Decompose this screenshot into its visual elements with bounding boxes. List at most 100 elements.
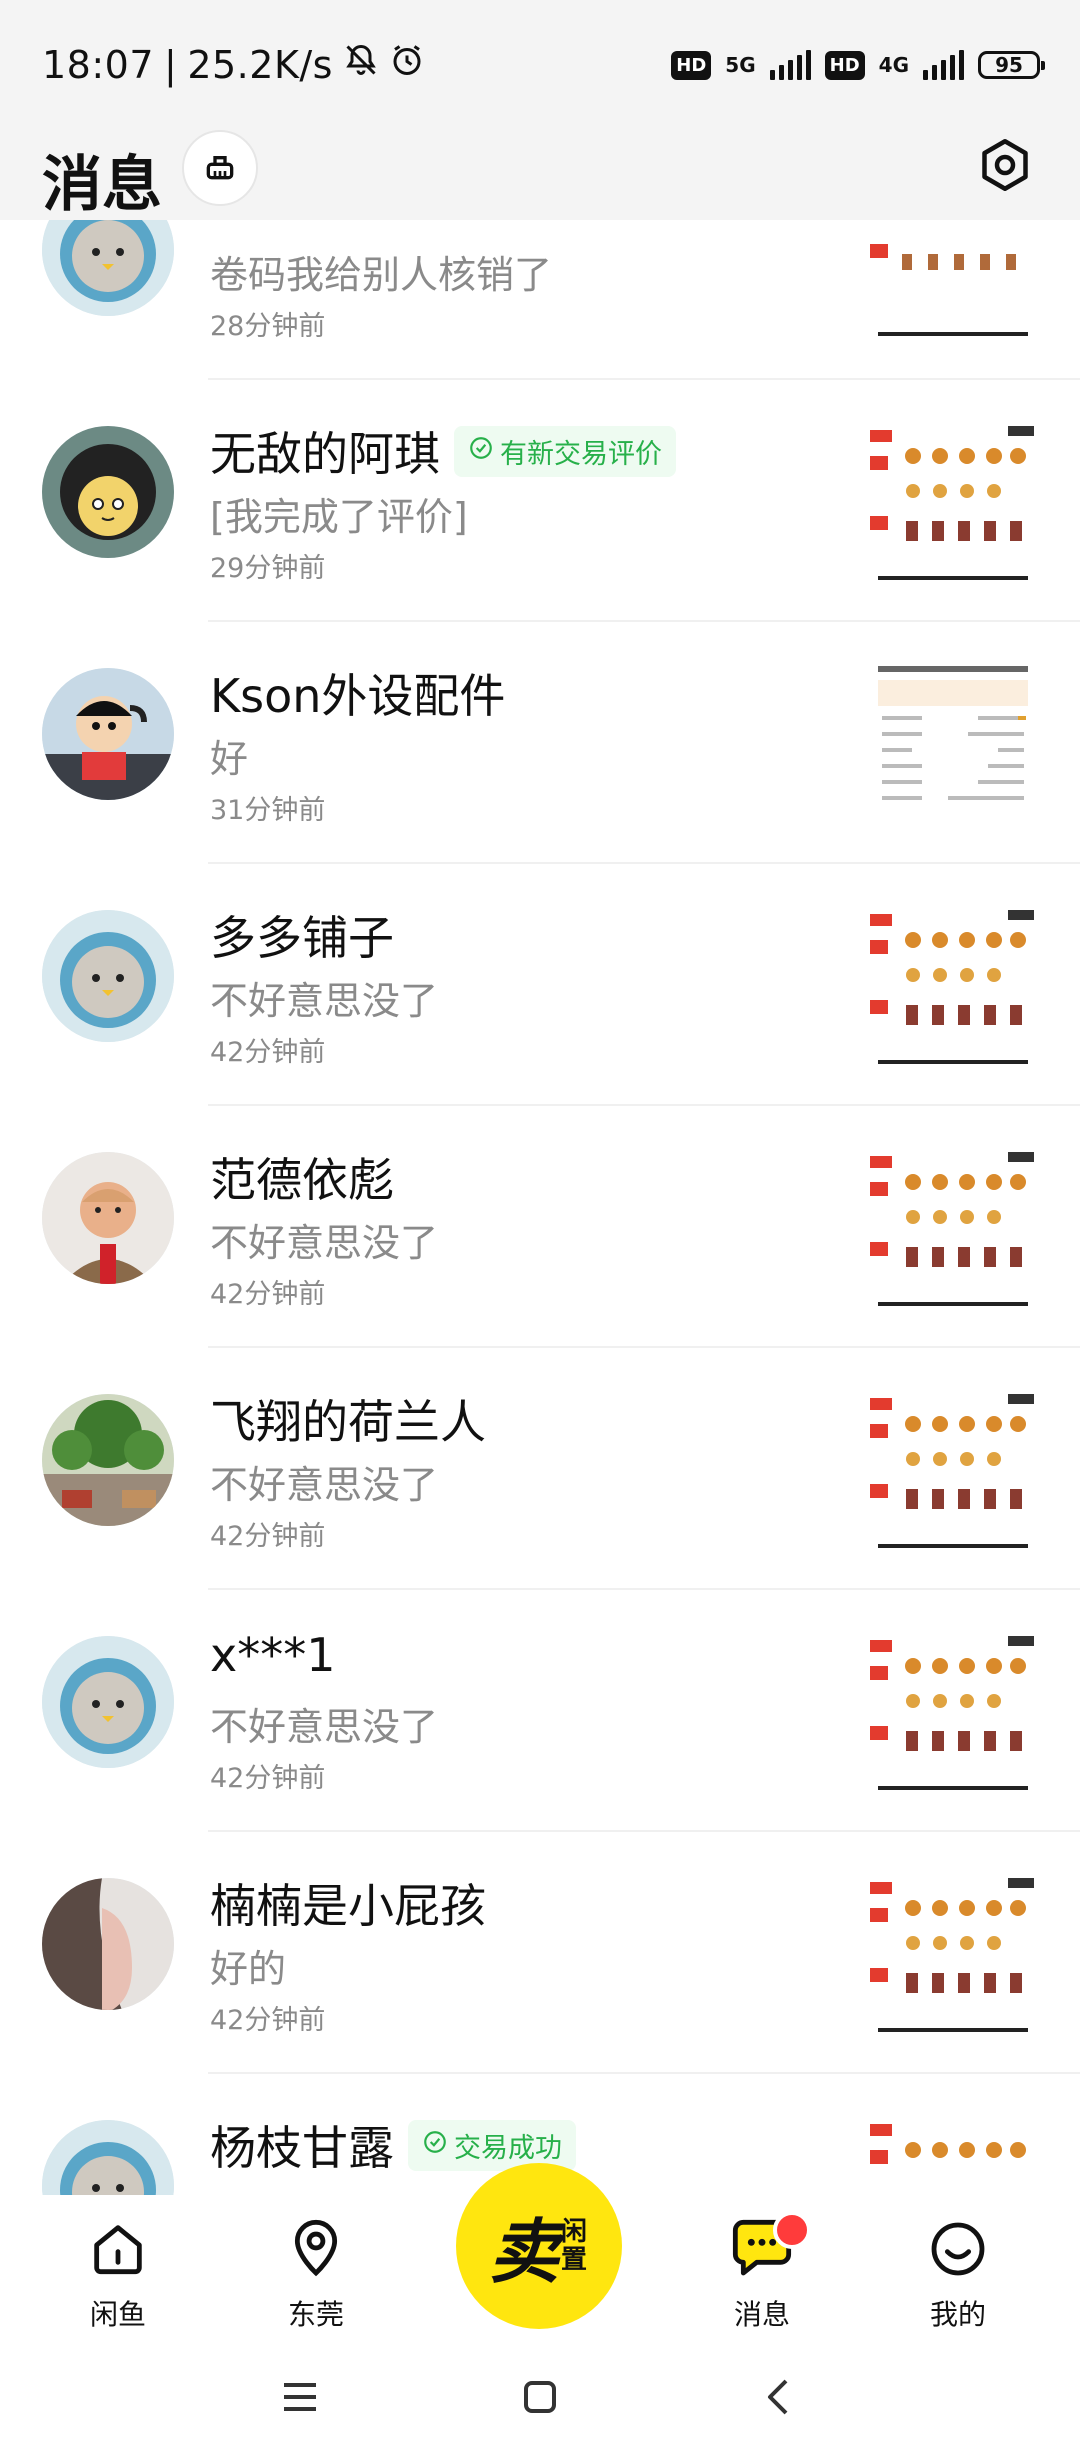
item-thumbnail[interactable] xyxy=(868,658,1038,828)
item-thumbnail[interactable] xyxy=(868,900,1038,1070)
location-icon xyxy=(284,2217,348,2285)
home-system-button[interactable] xyxy=(516,2373,564,2425)
status-indicators: HD 5G HD 4G 95 xyxy=(671,44,1045,86)
sell-sublabel: 闲置 xyxy=(561,2217,588,2275)
conversation-row[interactable]: 楠楠是小屁孩 好的 42分钟前 xyxy=(0,1832,1080,2074)
message-time: 42分钟前 xyxy=(210,1279,326,1310)
network-speed: 25.2K/s xyxy=(187,42,333,87)
nav-home[interactable]: 闲鱼 xyxy=(58,2217,178,2333)
menu-button[interactable] xyxy=(276,2373,324,2425)
check-circle-icon xyxy=(422,2129,448,2162)
avatar xyxy=(42,2120,174,2195)
page-header: 消息 xyxy=(0,130,1080,220)
status-separator: | xyxy=(164,42,178,87)
nav-city[interactable]: 东莞 xyxy=(256,2217,376,2333)
back-button[interactable] xyxy=(756,2373,804,2425)
conversation-name-line: 范德依彪 xyxy=(210,1144,394,1210)
conversation-name-line: 飞翔的荷兰人 xyxy=(210,1386,486,1452)
mute-icon xyxy=(343,42,379,87)
signal-icon-2 xyxy=(923,50,964,80)
message-time: 42分钟前 xyxy=(210,2005,326,2036)
network-type-5g: 5G xyxy=(725,53,756,77)
hd-badge: HD xyxy=(671,50,712,80)
conversation-row[interactable]: Kson外设配件 好 31分钟前 xyxy=(0,622,1080,864)
message-preview: 不好意思没了 xyxy=(210,1705,439,1749)
square-icon xyxy=(516,2381,564,2425)
conversation-name-line: 多多铺子 xyxy=(210,902,394,968)
nav-city-label: 东莞 xyxy=(287,2298,344,2331)
item-thumbnail[interactable] xyxy=(868,2110,1038,2195)
settings-button[interactable] xyxy=(970,132,1040,202)
conversation-row[interactable]: x***1 不好意思没了 42分钟前 xyxy=(0,1590,1080,1832)
avatar xyxy=(42,1878,174,2010)
message-preview: 卷码我给别人核销了 xyxy=(210,253,553,297)
nav-messages-label: 消息 xyxy=(733,2298,790,2331)
nav-mine-label: 我的 xyxy=(929,2298,986,2331)
avatar xyxy=(42,220,174,316)
tag-label: 有新交易评价 xyxy=(500,438,662,470)
avatar xyxy=(42,426,174,558)
nav-mine[interactable]: 我的 xyxy=(898,2217,1018,2333)
menu-icon xyxy=(276,2383,324,2425)
conversation-row[interactable]: 卷码我给别人核销了 28分钟前 xyxy=(0,220,1080,380)
conversation-name-line: x***1 xyxy=(210,1628,336,1682)
review-tag: 有新交易评价 xyxy=(454,425,676,477)
item-thumbnail[interactable] xyxy=(868,220,1038,344)
message-preview: 不好意思没了 xyxy=(210,979,439,1023)
message-preview: 不好意思没了 xyxy=(210,1463,439,1507)
clean-button[interactable] xyxy=(182,130,258,206)
alarm-icon xyxy=(389,42,425,87)
status-bar: 18:07 | 25.2K/s HD 5G HD 4G 95 xyxy=(0,0,1080,130)
clean-icon xyxy=(200,146,240,190)
avatar xyxy=(42,1636,174,1768)
back-icon xyxy=(756,2379,804,2425)
item-thumbnail[interactable] xyxy=(868,416,1038,586)
hd-badge-2: HD xyxy=(824,50,865,80)
message-preview: 不好意思没了 xyxy=(210,1221,439,1265)
message-preview: [我完成了评价] xyxy=(210,495,468,539)
item-thumbnail[interactable] xyxy=(868,1142,1038,1312)
bottom-nav: 闲鱼 东莞 卖 闲置 消息 我的 xyxy=(0,2163,1080,2345)
contact-name: 无敌的阿琪 xyxy=(210,427,440,481)
item-thumbnail[interactable] xyxy=(868,1384,1038,1554)
conversation-name-line: 无敌的阿琪 有新交易评价 xyxy=(210,418,676,484)
message-preview: 好 xyxy=(210,737,249,781)
nav-home-label: 闲鱼 xyxy=(89,2298,146,2331)
message-time: 42分钟前 xyxy=(210,1521,326,1552)
conversation-row[interactable]: 多多铺子 不好意思没了 42分钟前 xyxy=(0,864,1080,1106)
contact-name: 杨枝甘露 xyxy=(210,2121,394,2175)
conversation-row[interactable]: 飞翔的荷兰人 不好意思没了 42分钟前 xyxy=(0,1348,1080,1590)
status-time: 18:07 xyxy=(42,42,155,87)
avatar xyxy=(42,910,174,1042)
conversation-name-line: Kson外设配件 xyxy=(210,660,505,726)
conversation-row[interactable]: 范德依彪 不好意思没了 42分钟前 xyxy=(0,1106,1080,1348)
item-thumbnail[interactable] xyxy=(868,1868,1038,2038)
tag-label: 交易成功 xyxy=(454,2132,562,2164)
contact-name: 楠楠是小屁孩 xyxy=(210,1879,486,1933)
contact-name: Kson外设配件 xyxy=(210,669,506,723)
message-time: 29分钟前 xyxy=(210,553,326,584)
message-time: 31分钟前 xyxy=(210,795,326,826)
message-time: 42分钟前 xyxy=(210,1763,326,1794)
message-time: 28分钟前 xyxy=(210,311,326,342)
message-preview: 好的 xyxy=(210,1947,287,1991)
chat-icon xyxy=(727,2211,811,2285)
item-thumbnail[interactable] xyxy=(868,1626,1038,1796)
status-time-group: 18:07 | 25.2K/s xyxy=(42,42,425,87)
nav-messages[interactable]: 消息 xyxy=(702,2211,822,2333)
conversation-row[interactable]: 无敌的阿琪 有新交易评价 [我完成了评价] 29分钟前 xyxy=(0,380,1080,622)
contact-name: 飞翔的荷兰人 xyxy=(210,1395,486,1449)
sell-label: 卖 xyxy=(489,2210,559,2293)
battery-icon: 95 xyxy=(978,51,1045,79)
check-circle-icon xyxy=(468,435,494,468)
avatar xyxy=(42,1394,174,1526)
network-type-4g: 4G xyxy=(878,53,909,77)
system-nav-bar xyxy=(0,2345,1080,2460)
avatar xyxy=(42,668,174,800)
sell-button[interactable]: 卖 闲置 xyxy=(456,2163,622,2329)
conversation-list[interactable]: 卷码我给别人核销了 28分钟前 无敌的阿琪 有新交易评价 [我完成了评价] 29… xyxy=(0,220,1080,2195)
signal-icon xyxy=(769,50,811,80)
message-time: 42分钟前 xyxy=(210,1037,326,1068)
contact-name: 多多铺子 xyxy=(210,911,394,965)
unread-badge xyxy=(773,2211,811,2249)
